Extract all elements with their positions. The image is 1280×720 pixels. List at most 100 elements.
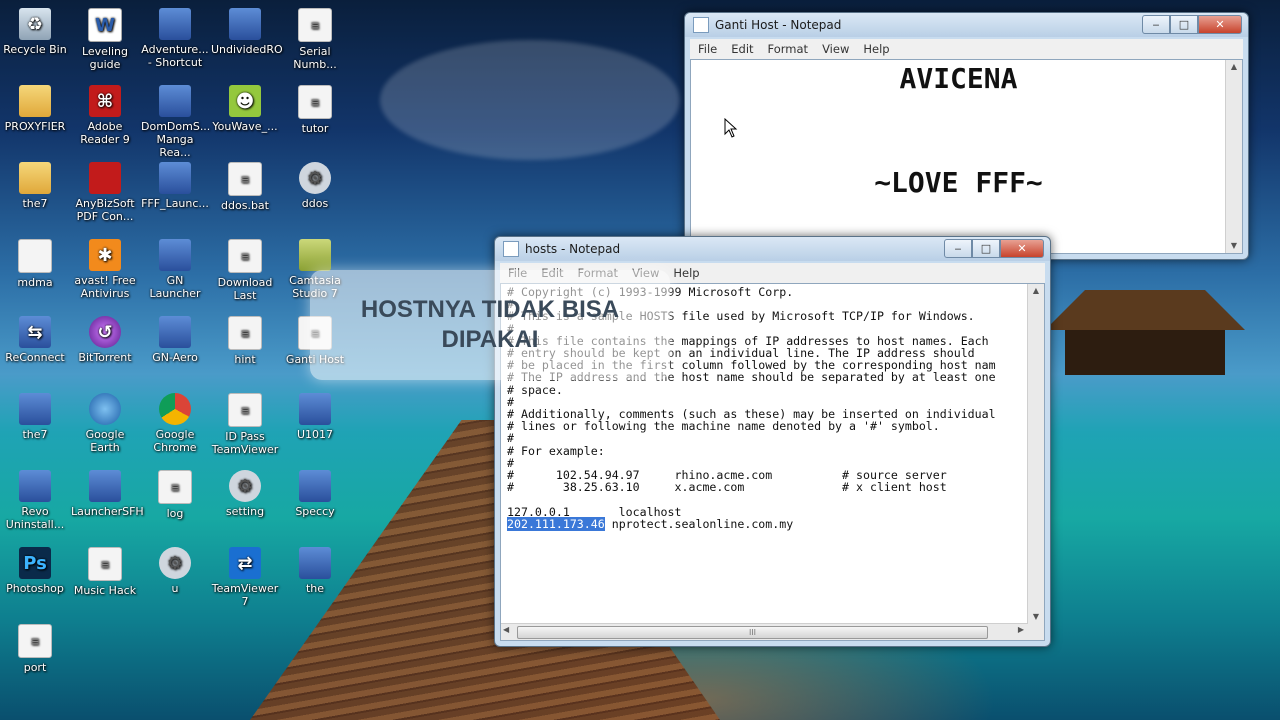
desktop-icon-label: Google Chrome bbox=[153, 428, 197, 454]
pdf-converter-icon bbox=[89, 162, 121, 194]
desktop-icon-label: Music Hack bbox=[73, 584, 137, 597]
desktop-icon[interactable]: UndividedRO bbox=[211, 8, 283, 56]
desktop-icon[interactable]: Google Chrome bbox=[141, 393, 209, 454]
horizontal-scroll-thumb[interactable]: III bbox=[517, 626, 988, 639]
desktop-icon-label: Download Last bbox=[217, 276, 273, 302]
desktop-icon[interactable]: PROXYFIER bbox=[1, 85, 69, 133]
scroll-down-icon[interactable]: ▼ bbox=[1028, 610, 1044, 624]
desktop-icon[interactable]: mdma bbox=[1, 239, 69, 289]
desktop-icon[interactable]: the7 bbox=[1, 162, 69, 210]
desktop-icon[interactable]: U1017 bbox=[281, 393, 349, 441]
close-button[interactable]: ✕ bbox=[1000, 239, 1044, 258]
menu-edit[interactable]: Edit bbox=[731, 42, 753, 56]
photoshop-icon: Ps bbox=[19, 547, 51, 579]
app-icon bbox=[159, 316, 191, 348]
desktop-icon[interactable]: Speccy bbox=[281, 470, 349, 518]
desktop-icon[interactable]: ⚙ u bbox=[141, 547, 209, 595]
minimize-button[interactable]: ‒ bbox=[1142, 15, 1170, 34]
menu-format[interactable]: Format bbox=[768, 42, 809, 56]
desktop-icon[interactable]: Ps Photoshop bbox=[1, 547, 69, 595]
desktop-icon-label: Photoshop bbox=[6, 582, 64, 595]
menu-help[interactable]: Help bbox=[863, 42, 889, 56]
desktop-icon[interactable]: ⚙ ddos bbox=[281, 162, 349, 210]
desktop-icon[interactable]: ≡ ddos.bat bbox=[211, 162, 279, 212]
desktop-icon[interactable]: Adventure... - Shortcut bbox=[141, 8, 209, 69]
desktop-icon[interactable]: ≡ ID Pass TeamViewer bbox=[211, 393, 279, 456]
resize-grip[interactable] bbox=[1028, 624, 1044, 640]
menu-file[interactable]: File bbox=[698, 42, 717, 56]
desktop-icon[interactable]: W Leveling guide bbox=[71, 8, 139, 71]
minimize-button[interactable]: ‒ bbox=[944, 239, 972, 258]
desktop-icon[interactable]: ☻ YouWave_... bbox=[211, 85, 279, 133]
desktop-icon-label: the7 bbox=[22, 197, 48, 210]
desktop-icon[interactable]: ≡ port bbox=[1, 624, 69, 674]
shortcut-icon bbox=[299, 547, 331, 579]
menu-help[interactable]: Help bbox=[673, 266, 699, 280]
app-icon bbox=[299, 393, 331, 425]
desktop-icon-label: u bbox=[171, 582, 179, 595]
desktop-icon[interactable]: ≡ Download Last bbox=[211, 239, 279, 302]
desktop-icon[interactable]: GN-Aero bbox=[141, 316, 209, 364]
hosts-line bbox=[507, 493, 1026, 505]
desktop-icon[interactable]: the7 bbox=[1, 393, 69, 441]
desktop-icon-label: Adventure... - Shortcut bbox=[141, 43, 209, 69]
scroll-left-icon[interactable]: ◀ bbox=[503, 625, 509, 634]
ganti-host-text-area[interactable]: AVICENA ~LOVE FFF~ ▲ ▼ bbox=[690, 59, 1243, 254]
scroll-up-icon[interactable]: ▲ bbox=[1028, 284, 1044, 298]
desktop-icon[interactable]: DomDomS... Manga Rea... bbox=[141, 85, 211, 159]
desktop-icon[interactable]: ✱ avast! Free Antivirus bbox=[71, 239, 139, 300]
desktop-icon[interactable]: ≡ hint bbox=[211, 316, 279, 366]
desktop-icon-label: GN Launcher bbox=[149, 274, 201, 300]
scroll-up-icon[interactable]: ▲ bbox=[1226, 60, 1242, 74]
hosts-titlebar[interactable]: hosts - Notepad ‒ □ ✕ bbox=[495, 237, 1050, 261]
desktop-icon-label: Google Earth bbox=[85, 428, 125, 454]
desktop-icon[interactable]: ≡ Serial Numb... bbox=[281, 8, 349, 71]
desktop-icon-label: hint bbox=[234, 353, 256, 366]
menu-view[interactable]: View bbox=[822, 42, 849, 56]
desktop-icon[interactable]: the bbox=[281, 547, 349, 595]
desktop-icon[interactable]: ♻ Recycle Bin bbox=[1, 8, 69, 56]
scroll-right-icon[interactable]: ▶ bbox=[1018, 625, 1024, 634]
desktop-icon[interactable]: ≡ log bbox=[141, 470, 209, 520]
word-document-icon: W bbox=[88, 8, 122, 42]
vertical-scrollbar[interactable]: ▲ ▼ bbox=[1225, 60, 1242, 253]
wallpaper-cloud bbox=[380, 40, 680, 160]
document-icon: ≡ bbox=[88, 547, 122, 581]
maximize-button[interactable]: □ bbox=[1170, 15, 1198, 34]
desktop-icon[interactable]: ↺ BitTorrent bbox=[71, 316, 139, 364]
desktop-icon-label: DomDomS... Manga Rea... bbox=[141, 120, 211, 159]
pdf-icon: ⌘ bbox=[89, 85, 121, 117]
desktop-icon[interactable]: Google Earth bbox=[71, 393, 139, 454]
desktop-icon-label: ID Pass TeamViewer bbox=[211, 430, 279, 456]
desktop-icon[interactable]: ≡ tutor bbox=[281, 85, 349, 135]
app-icon bbox=[159, 239, 191, 271]
folder-icon bbox=[19, 162, 51, 194]
ganti-host-menubar: File Edit Format View Help bbox=[690, 39, 1243, 59]
desktop-icon[interactable]: GN Launcher bbox=[141, 239, 209, 300]
ganti-host-notepad-window[interactable]: Ganti Host - Notepad ‒ □ ✕ File Edit For… bbox=[684, 12, 1249, 260]
hosts-line: # 38.25.63.10 x.acme.com # x client host bbox=[507, 480, 947, 495]
document-icon: ≡ bbox=[18, 624, 52, 658]
desktop-icon[interactable]: ≡ Music Hack bbox=[71, 547, 139, 597]
desktop-icon[interactable]: ⚙ setting bbox=[211, 470, 279, 518]
scroll-down-icon[interactable]: ▼ bbox=[1226, 239, 1242, 253]
desktop-icon[interactable]: ⇆ ReConnect bbox=[1, 316, 69, 364]
desktop-icon[interactable]: ⇄ TeamViewer 7 bbox=[211, 547, 279, 608]
desktop-icon[interactable]: FFF_Launc... bbox=[141, 162, 209, 210]
desktop-icon[interactable]: ⌘ Adobe Reader 9 bbox=[71, 85, 139, 146]
text-line-avicena: AVICENA bbox=[899, 62, 1018, 95]
desktop-icon[interactable]: AnyBizSoft PDF Con... bbox=[71, 162, 139, 223]
vertical-scrollbar[interactable]: ▲ ▼ bbox=[1027, 284, 1044, 624]
desktop-icon[interactable]: Revo Uninstall... bbox=[1, 470, 69, 531]
desktop-icon-label: log bbox=[166, 507, 184, 520]
desktop-icon[interactable]: LauncherSFH bbox=[71, 470, 144, 518]
maximize-button[interactable]: □ bbox=[972, 239, 1000, 258]
horizontal-scrollbar[interactable]: ◀ III ▶ bbox=[501, 623, 1028, 640]
ganti-host-titlebar[interactable]: Ganti Host - Notepad ‒ □ ✕ bbox=[685, 13, 1248, 37]
close-button[interactable]: ✕ bbox=[1198, 15, 1242, 34]
document-icon: ≡ bbox=[228, 162, 262, 196]
network-icon: ⇆ bbox=[19, 316, 51, 348]
recycle-bin-icon: ♻ bbox=[19, 8, 51, 40]
document-icon: ≡ bbox=[228, 239, 262, 273]
gear-icon: ⚙ bbox=[159, 547, 191, 579]
